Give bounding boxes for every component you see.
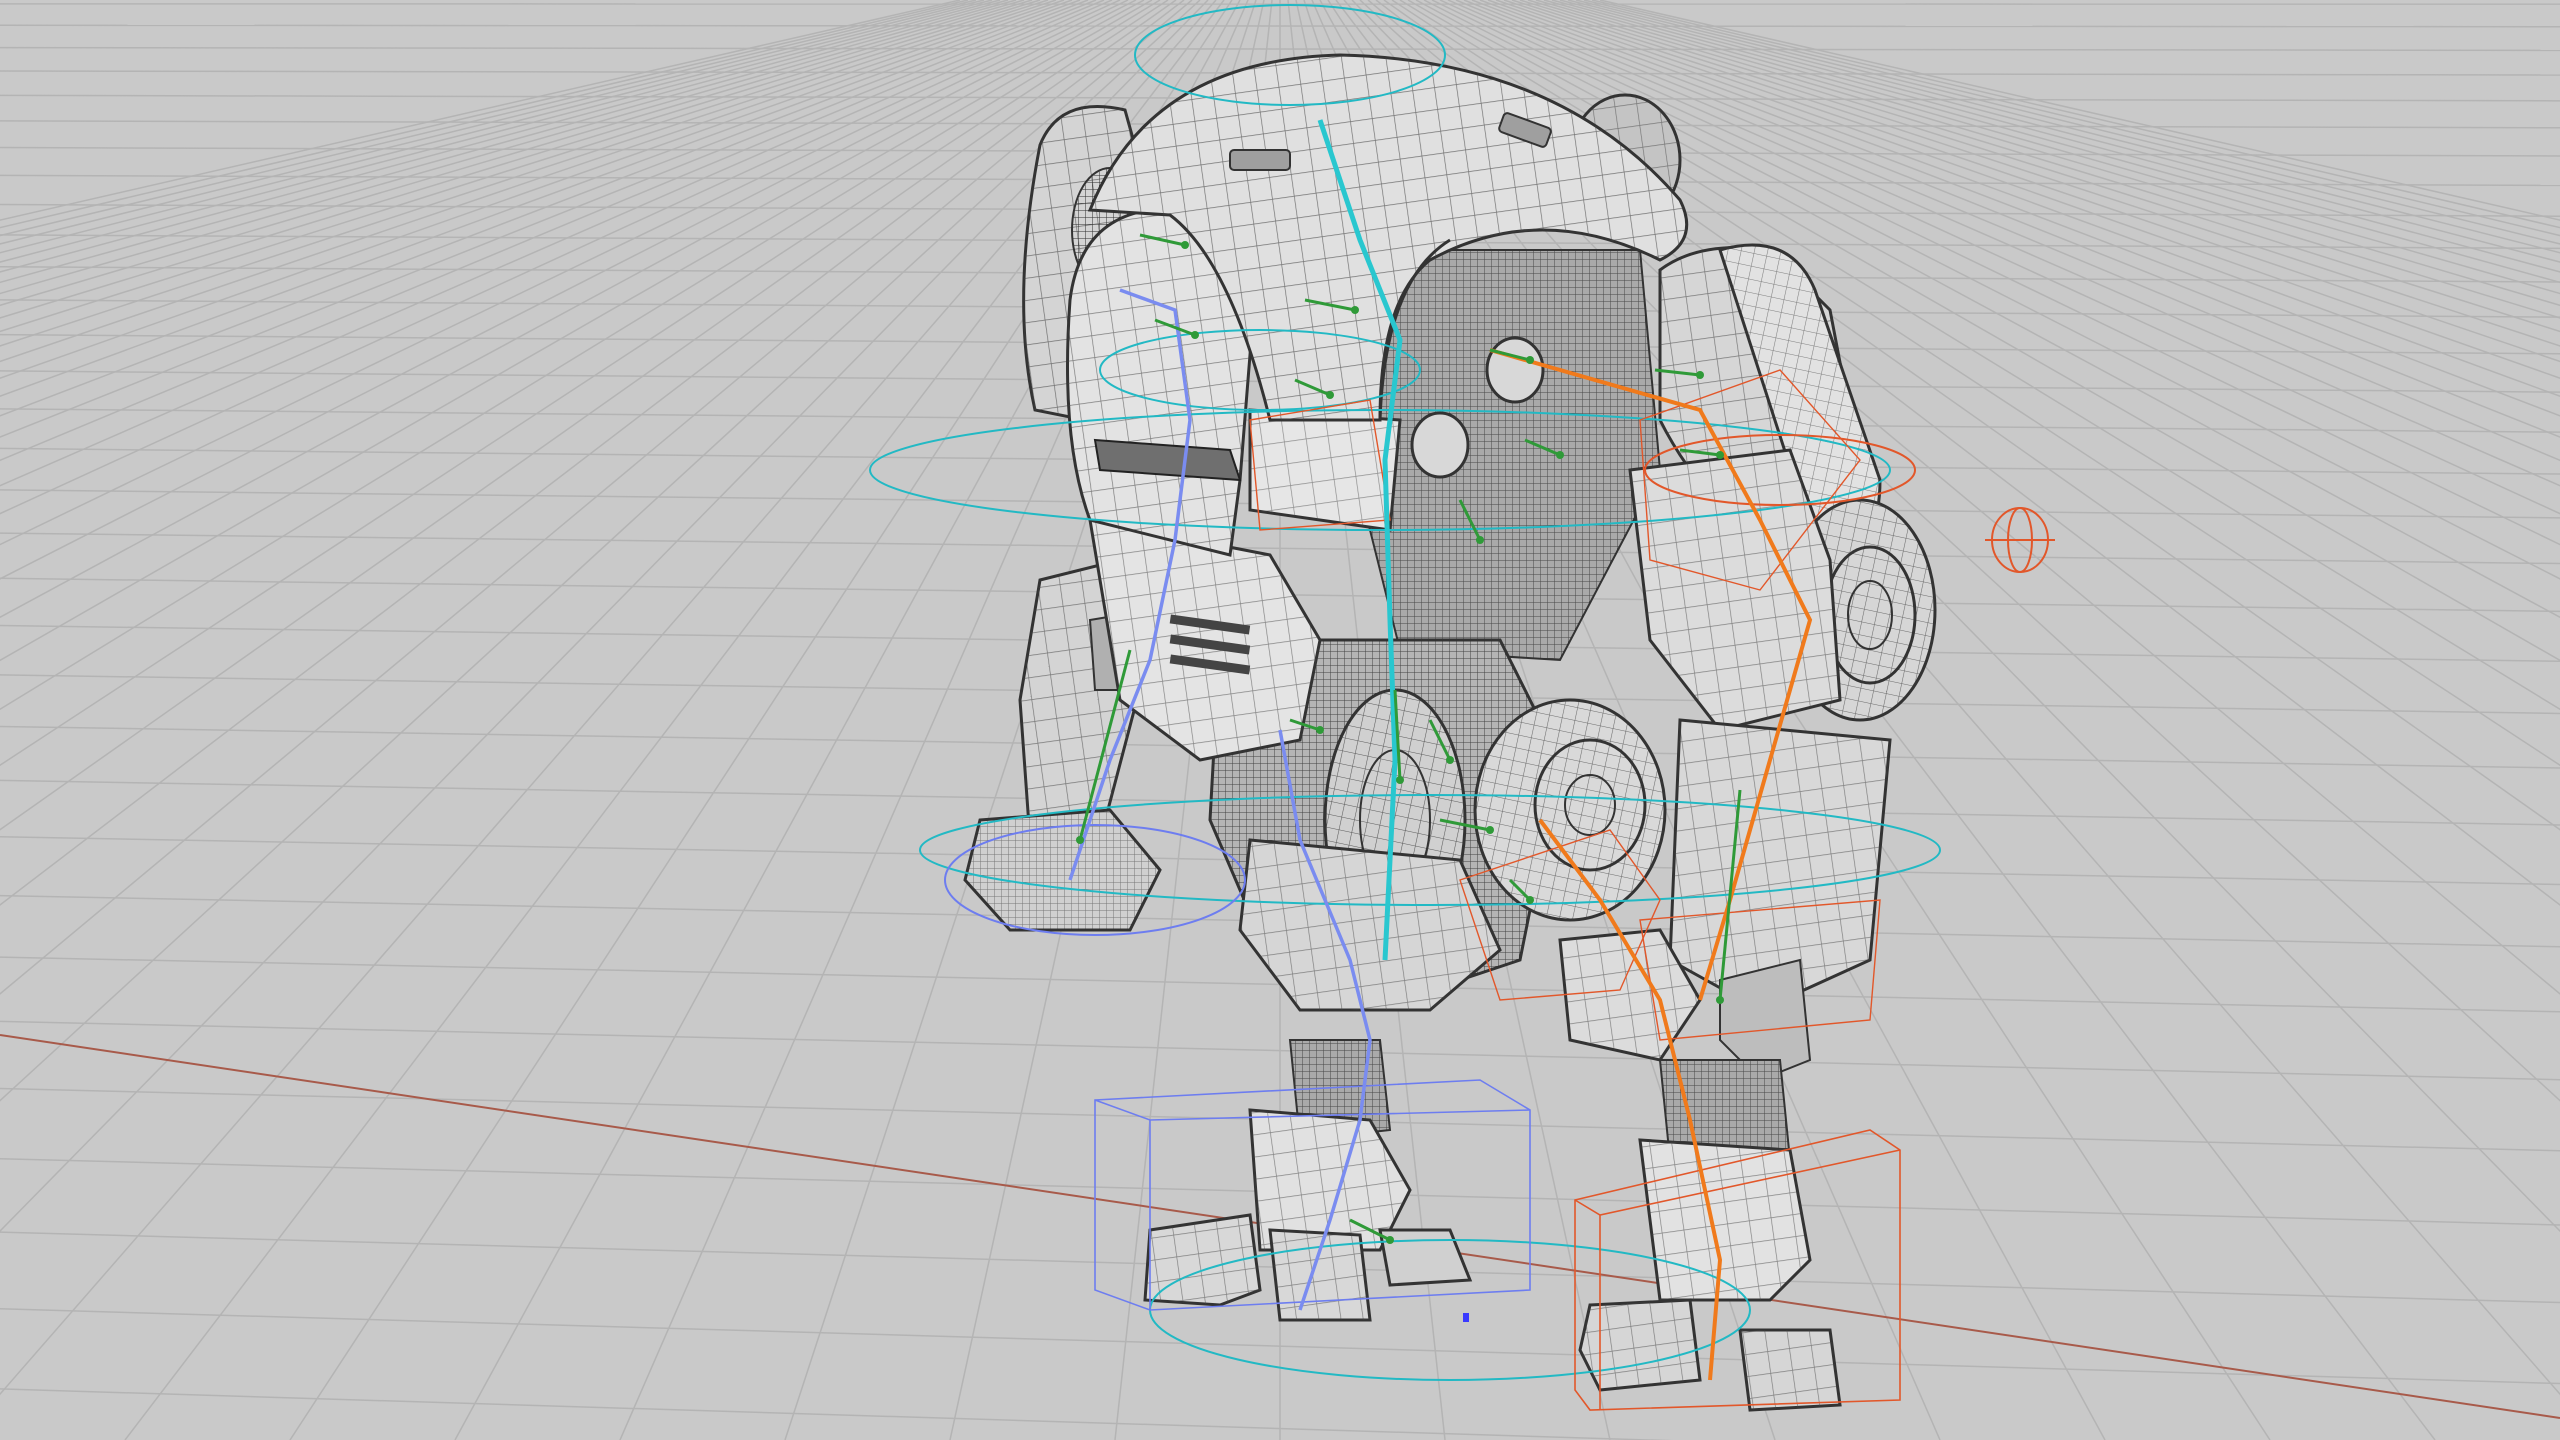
viewport-scene[interactable] [0,0,2560,1440]
3d-viewport[interactable] [0,0,2560,1440]
hip-disc-right[interactable] [1473,698,1667,922]
origin-marker [1463,1313,1469,1322]
